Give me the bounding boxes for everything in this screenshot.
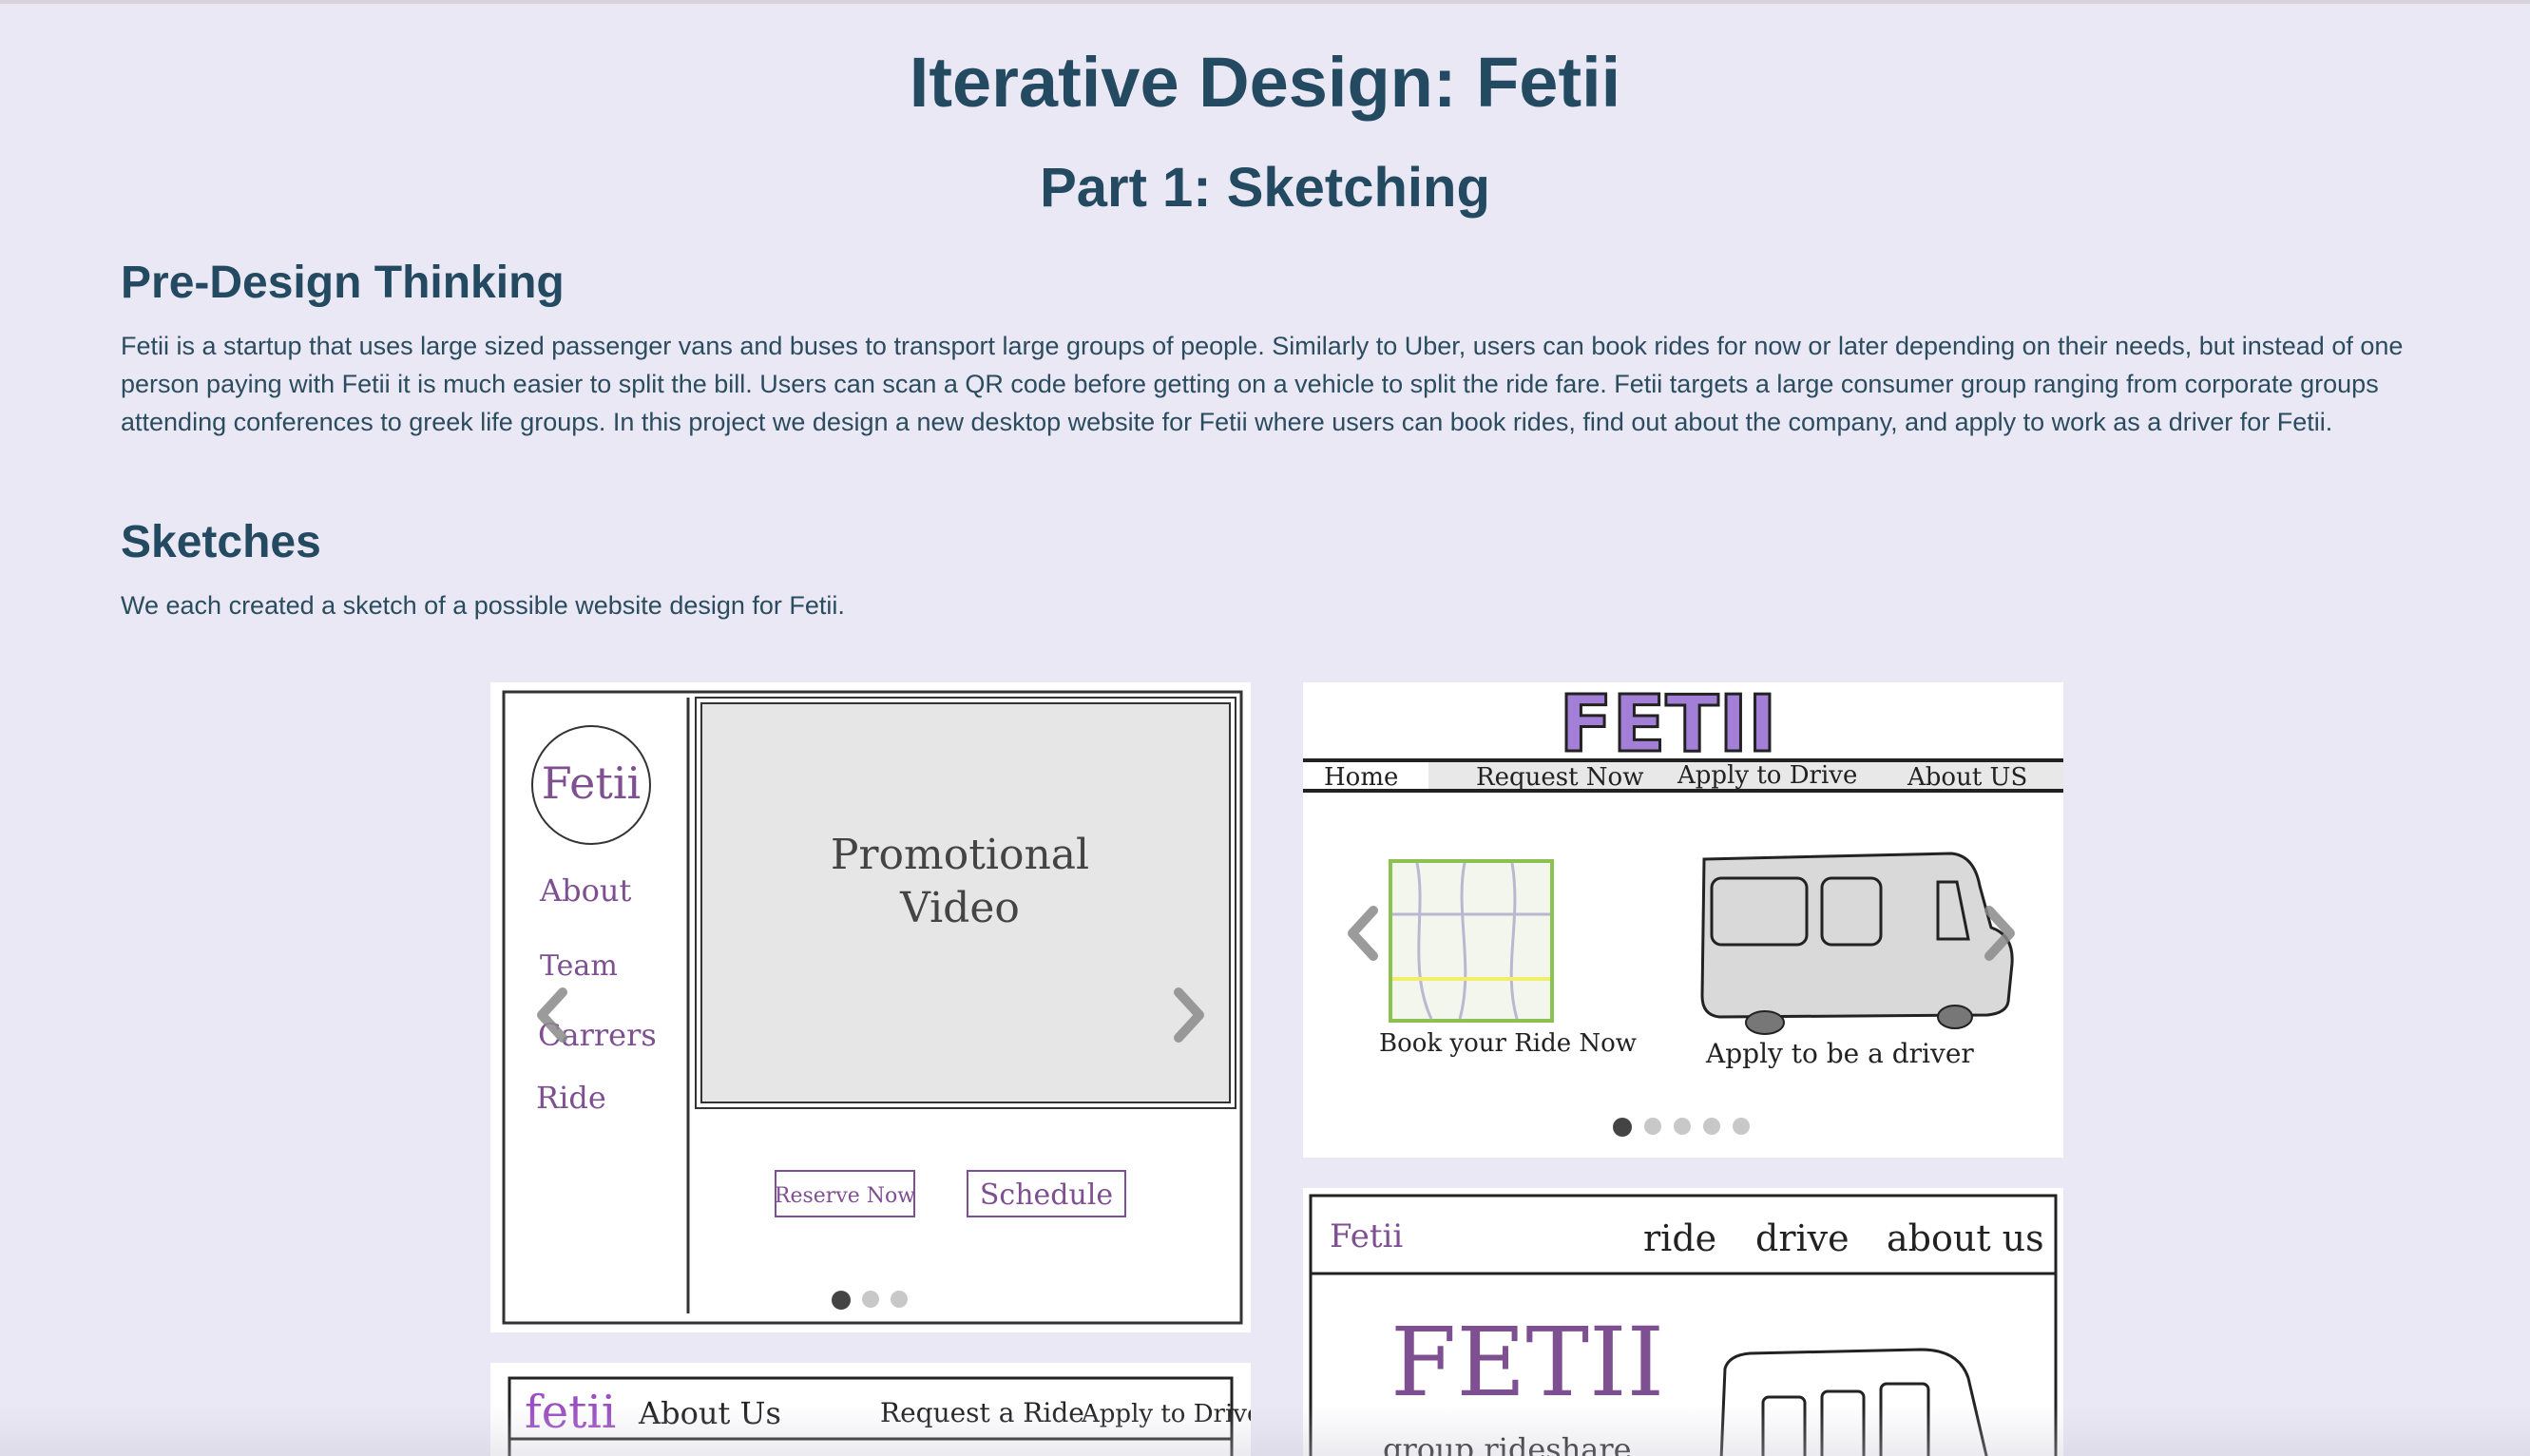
- sketch-3-nav-drive: drive: [1755, 1217, 1850, 1259]
- sketch-4-image: fetii About Us Request a Ride Apply to D…: [508, 1376, 1251, 1456]
- sketch-1-video-line1: Promotional: [831, 831, 1089, 879]
- page-subtitle: Part 1: Sketching: [1040, 157, 1490, 219]
- sketch-2-caption-left: Book your Ride Now: [1379, 1029, 1637, 1058]
- sketch-2-nav-request: Request Now: [1476, 763, 1643, 792]
- page-title: Iterative Design: Fetii: [909, 43, 1621, 122]
- sketch-1-nav-team: Team: [540, 949, 618, 983]
- carousel-dot[interactable]: [1703, 1118, 1720, 1135]
- carousel-2-prev-icon[interactable]: [1343, 905, 1381, 962]
- sketch-2-caption-right: Apply to be a driver: [1705, 1038, 1974, 1069]
- top-border: [0, 0, 2530, 4]
- sketch-2-nav-apply: Apply to Drive: [1677, 761, 1857, 790]
- sketches-intro: We each created a sketch of a possible w…: [121, 591, 845, 620]
- sketch-3-tagline: group rideshare: [1383, 1431, 1632, 1456]
- carousel-dot-active[interactable]: [1613, 1118, 1632, 1137]
- sketch-carousel-2: FETII Home Request Now Apply to Drive Ab…: [1303, 682, 2063, 1158]
- carousel-1-prev-icon[interactable]: [532, 987, 570, 1044]
- sketch-2-image: FETII Home Request Now Apply to Drive Ab…: [1303, 682, 2063, 1069]
- sketch-3-image: Fetii ride drive about us FETII group ri…: [1309, 1194, 2058, 1456]
- sketch-1-image: Fetii About Team Carrers Ride Promotiona…: [502, 690, 1243, 1325]
- sketch-1-logo: Fetii: [542, 757, 642, 809]
- sketch-carousel-3: Fetii ride drive about us FETII group ri…: [1303, 1188, 2063, 1456]
- sketch-4-logo: fetii: [525, 1386, 616, 1439]
- pre-design-paragraph: Fetii is a startup that uses large sized…: [121, 332, 2404, 436]
- carousel-dot-active[interactable]: [832, 1291, 851, 1310]
- bottom-shadow: [0, 1405, 2530, 1456]
- sketch-1-nav-about: About: [539, 872, 631, 909]
- carousel-1-dots: [832, 1291, 908, 1310]
- sketches-heading: Sketches: [121, 517, 321, 567]
- carousel-dot[interactable]: [1733, 1118, 1750, 1135]
- sketch-2-nav-about: About US: [1907, 763, 2027, 792]
- carousel-dot[interactable]: [1674, 1118, 1691, 1135]
- sketch-1-nav-ride: Ride: [536, 1080, 606, 1116]
- carousel-dot[interactable]: [891, 1291, 908, 1308]
- sketch-4-nav-request: Request a Ride: [880, 1397, 1084, 1428]
- sketch-4-nav-about: About Us: [638, 1395, 781, 1431]
- sketch-3-nav-ride: ride: [1643, 1217, 1716, 1259]
- sketch-3-hero: FETII: [1390, 1307, 1664, 1418]
- pre-design-heading: Pre-Design Thinking: [121, 258, 565, 308]
- carousel-1-next-icon[interactable]: [1171, 987, 1209, 1044]
- sketch-2-logo: FETII: [1560, 682, 1777, 770]
- sketch-2-nav-home: Home: [1324, 763, 1398, 792]
- sketch-3-logo: Fetii: [1330, 1217, 1403, 1255]
- sketch-1-schedule-button: Schedule: [980, 1178, 1113, 1212]
- carousel-dot[interactable]: [1644, 1118, 1661, 1135]
- sketch-4-nav-apply: Apply to Drive: [1081, 1400, 1251, 1428]
- sketch-1-video-line2: Video: [899, 884, 1020, 932]
- sketch-carousel-4: fetii About Us Request a Ride Apply to D…: [490, 1363, 1251, 1456]
- sketch-carousel-1: Fetii About Team Carrers Ride Promotiona…: [490, 682, 1251, 1332]
- sketch-1-reserve-button: Reserve Now: [775, 1184, 915, 1208]
- carousel-dot[interactable]: [862, 1291, 879, 1308]
- sketch-3-nav-about: about us: [1887, 1217, 2044, 1259]
- carousel-2-dots: [1613, 1118, 1750, 1137]
- carousel-2-next-icon[interactable]: [1982, 905, 2020, 962]
